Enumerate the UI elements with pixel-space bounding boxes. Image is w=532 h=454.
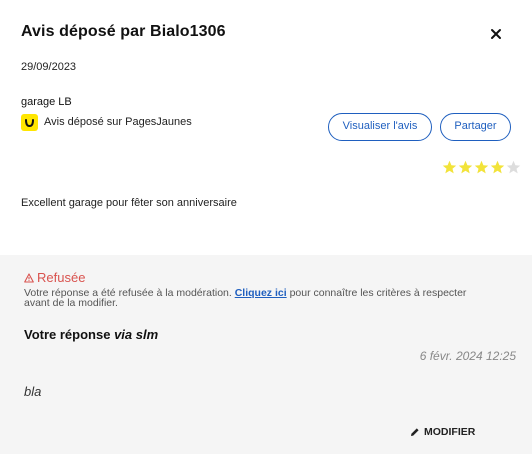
reply-heading-via: via slm — [114, 327, 159, 342]
refused-status: Refusée — [24, 270, 85, 285]
reply-text: bla — [24, 384, 42, 399]
star-filled-icon — [458, 160, 473, 175]
criteria-link[interactable]: Cliquez ici — [235, 287, 287, 299]
business-name: garage LB — [21, 96, 72, 108]
pagesjaunes-logo-icon — [21, 114, 38, 131]
star-rating — [442, 160, 521, 175]
star-filled-icon — [442, 160, 457, 175]
star-filled-icon — [474, 160, 489, 175]
warning-icon — [24, 272, 34, 283]
close-icon[interactable] — [489, 27, 503, 41]
star-filled-icon — [490, 160, 505, 175]
modify-label: MODIFIER — [424, 426, 476, 438]
review-modal: Avis déposé par Bialo1306 29/09/2023 gar… — [0, 0, 532, 454]
review-text: Excellent garage pour fêter son annivers… — [21, 197, 237, 209]
refused-message: Votre réponse a été refusée à la modérat… — [24, 287, 494, 309]
pencil-icon — [410, 427, 420, 437]
refused-label: Refusée — [37, 270, 86, 285]
share-button[interactable]: Partager — [440, 113, 511, 141]
reply-heading-prefix: Votre réponse — [24, 327, 115, 342]
reply-date: 6 févr. 2024 12:25 — [419, 349, 516, 363]
review-date: 29/09/2023 — [21, 61, 77, 73]
review-source: Avis déposé sur PagesJaunes — [44, 116, 192, 128]
reply-heading: Votre réponse via slm — [24, 327, 158, 342]
view-review-button[interactable]: Visualiser l'avis — [328, 113, 432, 141]
modal-title: Avis déposé par Bialo1306 — [21, 23, 226, 40]
star-empty-icon — [506, 160, 521, 175]
modify-button[interactable]: MODIFIER — [410, 426, 475, 438]
